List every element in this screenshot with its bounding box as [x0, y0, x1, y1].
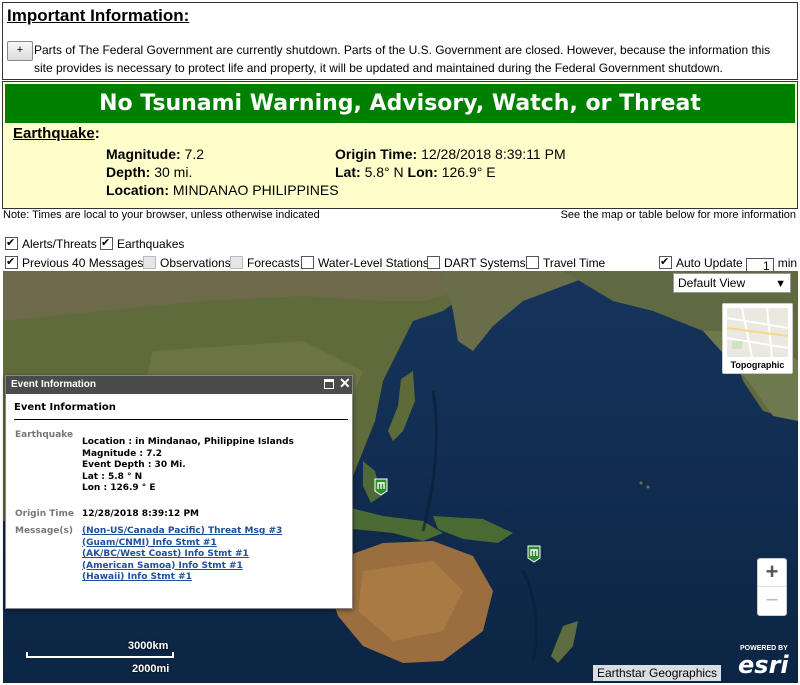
popup-origin-label: Origin Time — [15, 509, 74, 519]
layer-travel-time[interactable]: Travel Time — [526, 256, 605, 270]
map-view-select-value: Default View — [678, 276, 746, 290]
threat-status-banner: No Tsunami Warning, Advisory, Watch, or … — [5, 84, 795, 123]
popup-divider — [14, 419, 348, 420]
popup-eq-label: Earthquake — [15, 430, 74, 440]
popup-messages-label: Message(s) — [15, 526, 73, 536]
close-icon[interactable]: ✕ — [339, 375, 351, 392]
zoom-control: + − — [757, 558, 787, 616]
origin-time-label: Origin Time: — [335, 146, 418, 162]
earthquakes-label: Earthquakes — [117, 237, 185, 251]
zoom-in-button[interactable]: + — [758, 559, 786, 587]
maximize-icon[interactable] — [324, 379, 334, 389]
message-link[interactable]: (Guam/CNMI) Info Stmt #1 — [82, 538, 282, 550]
important-info-title: Important Information: — [7, 6, 190, 25]
coordinates-field: Lat: 5.8° N Lon: 126.9° E — [335, 163, 496, 181]
popup-message-list: (Non-US/Canada Pacific) Threat Msg #3 (G… — [82, 526, 282, 584]
popup-depth: Event Depth : 30 Mi. — [82, 460, 186, 470]
dart-checkbox[interactable] — [427, 256, 440, 269]
message-link[interactable]: (Non-US/Canada Pacific) Threat Msg #3 — [82, 526, 282, 538]
forecasts-checkbox — [230, 256, 243, 269]
map-table-note: See the map or table below for more info… — [560, 209, 796, 221]
magnitude-label: Magnitude: — [106, 146, 181, 162]
layer-dart[interactable]: DART Systems — [427, 256, 526, 270]
esri-logo: esri — [738, 651, 789, 679]
auto-update-label: Auto Update — [676, 256, 743, 270]
location-field: Location: MINDANAO PHILIPPINES — [106, 181, 339, 199]
message-link[interactable]: (AK/BC/West Coast) Info Stmt #1 — [82, 549, 282, 561]
map-attribution: Earthstar Geographics — [593, 665, 722, 681]
layer-observations: Observations — [143, 256, 231, 270]
magnitude-value: 7.2 — [184, 146, 205, 162]
depth-field: Depth: 30 mi. — [106, 163, 192, 181]
scale-bar — [26, 652, 174, 658]
basemap-toggle[interactable]: Topographic — [722, 303, 793, 374]
observations-label: Observations — [160, 256, 231, 270]
location-value: MINDANAO PHILIPPINES — [172, 182, 339, 198]
auto-update-checkbox[interactable] — [659, 256, 672, 269]
travel-time-label: Travel Time — [543, 256, 606, 270]
origin-time-value: 12/28/2018 8:39:11 PM — [421, 146, 566, 162]
depth-value: 30 mi. — [154, 164, 193, 180]
popup-eq-details: Location : in Mindanao, Philippine Islan… — [82, 437, 294, 495]
event-type-text: Earthquake — [13, 125, 95, 142]
message-link[interactable]: (American Samoa) Info Stmt #1 — [82, 561, 282, 573]
previous-messages-checkbox[interactable] — [5, 256, 18, 269]
popup-origin-value: 12/28/2018 8:39:12 PM — [82, 509, 199, 519]
earthquakes-checkbox[interactable] — [100, 237, 113, 250]
depth-label: Depth: — [106, 164, 151, 180]
map-view-select[interactable]: Default View ▼ — [673, 273, 791, 293]
basemap-label: Topographic — [730, 360, 785, 370]
message-link[interactable]: (Hawaii) Info Stmt #1 — [82, 572, 282, 584]
alerts-checkbox[interactable] — [5, 237, 18, 250]
location-label: Location: — [106, 182, 169, 198]
auto-update-unit: min — [777, 256, 798, 270]
event-info-popup: Event Information ✕ Event Information Ea… — [5, 375, 353, 609]
popup-header: Event Information — [6, 376, 352, 394]
lon-value: 126.9° E — [441, 164, 496, 180]
layer-water-level[interactable]: Water-Level Stations — [301, 256, 429, 270]
popup-location: Location : in Mindanao, Philippine Islan… — [82, 437, 294, 447]
water-level-label: Water-Level Stations — [318, 256, 429, 270]
time-note: Note: Times are local to your browser, u… — [3, 209, 320, 221]
expand-notice-button[interactable]: + — [7, 41, 33, 61]
topographic-thumbnail — [727, 308, 788, 357]
event-marker-mindanao-icon[interactable] — [374, 478, 388, 496]
layer-alerts[interactable]: Alerts/Threats — [5, 237, 97, 251]
chevron-down-icon: ▼ — [775, 278, 786, 290]
scale-km-label: 3000km — [128, 640, 169, 652]
layer-earthquakes[interactable]: Earthquakes — [100, 237, 184, 251]
lat-value: 5.8° N — [364, 164, 404, 180]
water-level-checkbox[interactable] — [301, 256, 314, 269]
event-type-label: Earthquake: — [13, 125, 100, 142]
zoom-out-button[interactable]: − — [758, 588, 786, 616]
popup-magnitude: Magnitude : 7.2 — [82, 448, 163, 459]
forecasts-label: Forecasts — [247, 256, 300, 270]
popup-lon: Lon : 126.9 ° E — [82, 483, 156, 493]
popup-lat: Lat : 5.8 ° N — [82, 471, 143, 482]
lon-label: Lon: — [407, 164, 438, 180]
magnitude-field: Magnitude: 7.2 — [106, 145, 204, 163]
lat-label: Lat: — [335, 164, 361, 180]
event-marker-southpacific-icon[interactable] — [527, 545, 541, 563]
travel-time-checkbox[interactable] — [526, 256, 539, 269]
layer-forecasts: Forecasts — [230, 256, 300, 270]
previous-messages-label: Previous 40 Messages — [22, 256, 144, 270]
shutdown-notice-text: Parts of The Federal Government are curr… — [34, 43, 771, 75]
origin-time-field: Origin Time: 12/28/2018 8:39:11 PM — [335, 145, 566, 163]
alerts-label: Alerts/Threats — [22, 237, 97, 251]
observations-checkbox — [143, 256, 156, 269]
layer-previous-messages[interactable]: Previous 40 Messages — [5, 256, 143, 270]
popup-title: Event Information — [14, 402, 116, 413]
dart-label: DART Systems — [444, 256, 526, 270]
scale-mi-label: 2000mi — [132, 663, 170, 675]
